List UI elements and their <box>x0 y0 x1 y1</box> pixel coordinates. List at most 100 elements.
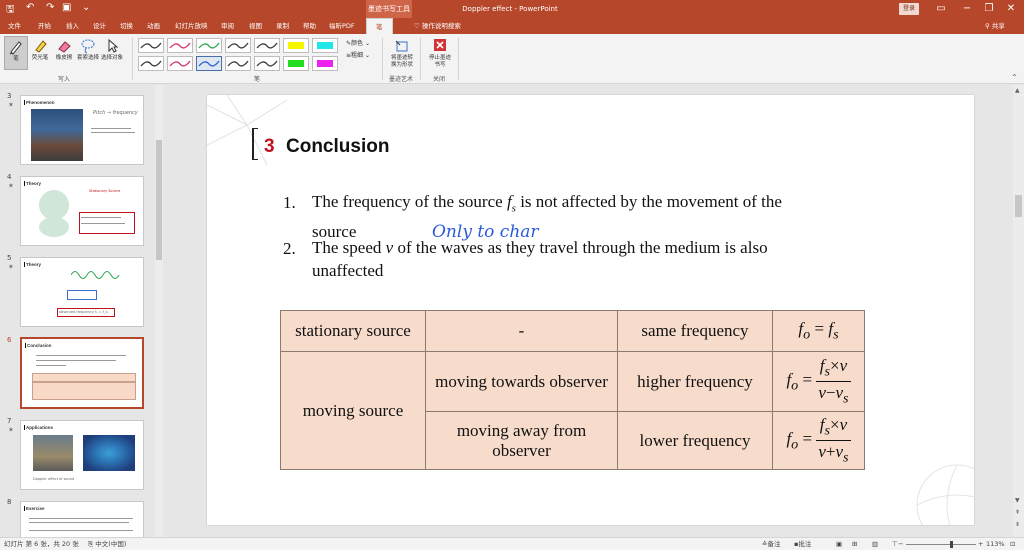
sign-in-button[interactable]: 登录 <box>899 3 919 15</box>
lasso-select-button[interactable]: 套索选择 <box>76 36 100 70</box>
zoom-level[interactable]: 113% <box>986 538 1005 550</box>
tab-review[interactable]: 审阅 <box>221 18 234 34</box>
ribbon-tab-bar: 文件 开始 插入 设计 切换 动画 幻灯片放映 审阅 视图 录制 帮助 福昕PD… <box>0 18 1024 34</box>
tab-transitions[interactable]: 切换 <box>120 18 133 34</box>
formula-cell: fo = fs <box>772 310 865 352</box>
previous-slide-icon[interactable]: ⇞ <box>1015 509 1020 516</box>
thumb-number: 8 <box>7 498 12 506</box>
slide-canvas[interactable]: 3 Conclusion 1. The frequency of the sou… <box>207 95 974 525</box>
pen-swatch[interactable] <box>225 56 251 71</box>
pen-swatch[interactable] <box>283 56 309 71</box>
fit-slide-icon[interactable]: ⊡ <box>1010 538 1015 550</box>
table-cell: higher frequency <box>617 351 773 412</box>
slide-sorter-icon[interactable]: ⊞ <box>852 538 857 550</box>
pen-swatch[interactable] <box>138 56 164 71</box>
customize-quick-access-icon[interactable]: ⌄ <box>82 2 90 13</box>
decorative-network-graphic <box>207 95 288 166</box>
next-slide-icon[interactable]: ⇟ <box>1015 521 1020 528</box>
notes-button[interactable]: ≙备注 <box>762 538 780 550</box>
highlighter-icon <box>35 40 47 53</box>
tab-insert[interactable]: 插入 <box>66 18 79 34</box>
pen-swatch[interactable] <box>196 56 222 71</box>
tab-record[interactable]: 录制 <box>276 18 289 34</box>
pen-swatch[interactable] <box>312 56 338 71</box>
save-icon[interactable]: 🖫 <box>6 2 15 19</box>
eraser-button[interactable]: 橡皮擦 <box>52 36 76 70</box>
ribbon-separator <box>420 38 421 80</box>
ink-annotation[interactable]: Only to char <box>432 222 539 242</box>
pen-swatch[interactable] <box>283 38 309 53</box>
normal-view-icon[interactable]: ▣ <box>836 538 842 550</box>
pen-swatch[interactable] <box>254 38 280 53</box>
wave-circles <box>39 190 69 220</box>
tab-file[interactable]: 文件 <box>8 18 21 34</box>
scroll-down-icon[interactable]: ▼ <box>1015 497 1020 504</box>
convert-ink-to-shape-button[interactable]: 将墨迹转换为形状 <box>390 36 414 70</box>
slideshow-view-icon[interactable]: ⊤ <box>892 538 898 550</box>
close-button[interactable]: ✕ <box>998 0 1024 18</box>
tab-foxit-pdf[interactable]: 福昕PDF <box>329 18 355 34</box>
zoom-slider[interactable] <box>906 544 976 545</box>
pen-thickness-dropdown[interactable]: ≡粗细 ⌄ <box>346 50 370 59</box>
redo-icon[interactable]: ↷ <box>46 2 54 13</box>
collapse-ribbon-icon[interactable]: ^ <box>1012 74 1017 81</box>
slide-thumbnail-7[interactable]: Applications Doppler effect of sound <box>20 420 144 490</box>
editor-scrollbar[interactable]: ▲ ▼ ⇞ ⇟ <box>1013 85 1024 537</box>
zoom-out-icon[interactable]: − <box>898 538 903 550</box>
formula-cell: fo = fs×v v−vs <box>772 351 865 412</box>
slide-thumbnail-6[interactable]: Conclusion <box>20 337 144 409</box>
tab-view[interactable]: 视图 <box>249 18 262 34</box>
tell-me-search[interactable]: ♡ 操作说明搜索 <box>414 18 461 34</box>
doppler-summary-table[interactable]: stationary source - same frequency fo = … <box>280 310 865 470</box>
title-bar: 🖫 ↶ ↷ ▣ ⌄ 墨迹书写工具 Doppler effect - PowerP… <box>0 0 1024 18</box>
tab-design[interactable]: 设计 <box>93 18 106 34</box>
thumb-number: 3 <box>7 92 12 100</box>
select-objects-button[interactable]: 选择对象 <box>100 36 124 70</box>
zoom-slider-handle[interactable] <box>950 541 953 548</box>
reading-view-icon[interactable]: ▥ <box>872 538 878 550</box>
decorative-globe-graphic <box>916 464 974 525</box>
slide-thumbnail-8[interactable]: Exercise <box>20 501 144 537</box>
pen-color-dropdown[interactable]: ✎颜色 ⌄ <box>346 38 370 47</box>
highlighter-button[interactable]: 荧光笔 <box>28 36 52 70</box>
pen-swatch[interactable] <box>138 38 164 53</box>
table-cell: moving away from observer <box>425 411 618 470</box>
tab-home[interactable]: 开始 <box>38 18 51 34</box>
person-icon: ⚲ <box>985 22 992 30</box>
pen-tool-button[interactable]: 笔 <box>4 36 28 70</box>
thumbnails-scrollbar[interactable] <box>155 85 163 537</box>
slide-thumbnail-4[interactable]: Theory Stationary Source <box>20 176 144 246</box>
language-indicator[interactable]: ⎘ 中文(中国) <box>88 538 126 550</box>
start-from-beginning-icon[interactable]: ▣ <box>62 2 71 13</box>
tab-help[interactable]: 帮助 <box>303 18 316 34</box>
comments-button[interactable]: ▪批注 <box>794 538 811 550</box>
slide-thumbnail-3[interactable]: Phenomenon Pitch → frequency <box>20 95 144 165</box>
pen-swatch[interactable] <box>254 56 280 71</box>
pen-swatch[interactable] <box>167 38 193 53</box>
slide-thumbnail-5[interactable]: Theory observed frequency f₀ = f_s <box>20 257 144 327</box>
table-cell: stationary source <box>280 310 426 352</box>
slide-counter: 幻灯片 第 6 张，共 20 张 <box>4 540 79 548</box>
pen-swatch[interactable] <box>167 56 193 71</box>
ribbon-separator <box>382 38 383 80</box>
share-button[interactable]: ⚲ 共享 <box>985 18 1005 34</box>
undo-icon[interactable]: ↶ <box>26 2 34 13</box>
lightbulb-icon: ♡ <box>414 22 422 30</box>
tab-animations[interactable]: 动画 <box>147 18 160 34</box>
tab-pen[interactable]: 笔 <box>366 18 393 34</box>
scroll-up-icon[interactable]: ▲ <box>1015 87 1020 94</box>
ribbon: 笔 荧光笔 橡皮擦 套索选择 选择对象 写入 ✎颜色 ⌄ ≡粗细 ⌄ 笔 将墨迹… <box>0 34 1024 84</box>
table-cell: same frequency <box>617 310 773 352</box>
thumb-number: 6 <box>7 336 12 344</box>
document-title: Doppler effect - PowerPoint <box>462 5 558 13</box>
thumb-title: Phenomenon <box>26 100 55 105</box>
pen-swatch[interactable] <box>225 38 251 53</box>
ribbon-separator <box>458 38 459 80</box>
tab-slideshow[interactable]: 幻灯片放映 <box>175 18 208 34</box>
animation-star-icon: ✶ <box>8 426 14 434</box>
pen-swatch[interactable] <box>196 38 222 53</box>
stop-inking-button[interactable]: 停止墨迹书写 <box>428 36 452 70</box>
zoom-in-icon[interactable]: + <box>978 538 983 550</box>
pen-swatch[interactable] <box>312 38 338 53</box>
ribbon-display-options-icon[interactable]: ▭ <box>928 0 954 18</box>
